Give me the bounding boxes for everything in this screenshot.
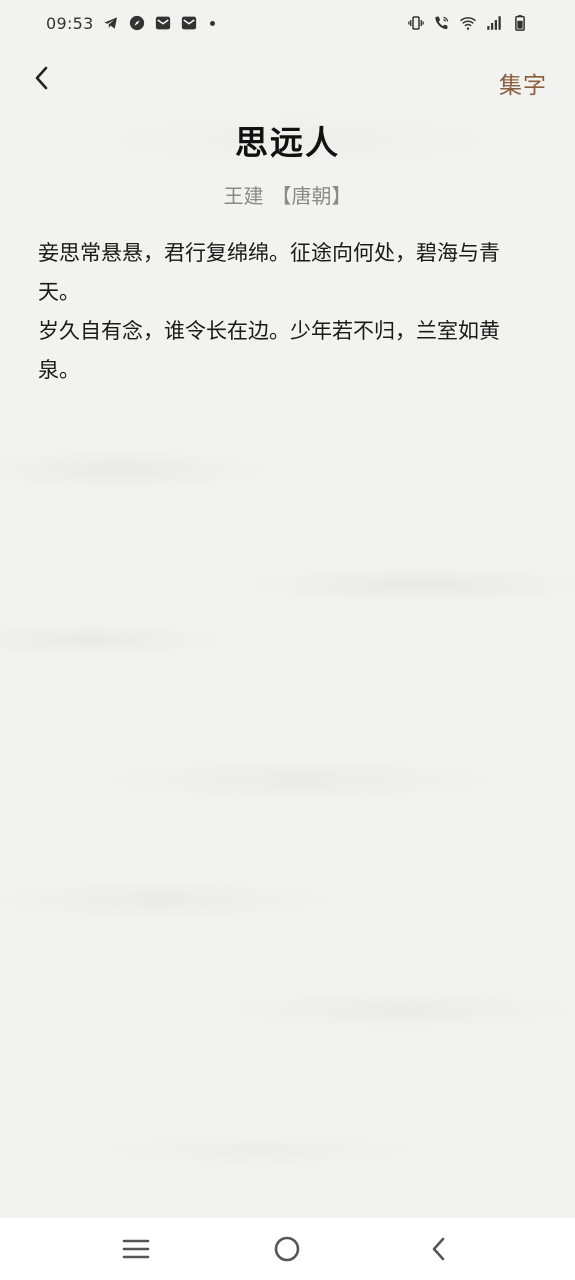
- telegram-icon: [102, 14, 120, 32]
- wifi-call-icon: [433, 14, 451, 32]
- back-button[interactable]: [26, 62, 58, 98]
- back-icon: [427, 1234, 451, 1264]
- collect-characters-button[interactable]: 集字: [499, 66, 547, 100]
- poem-dynasty: 【唐朝】: [271, 184, 352, 208]
- header: 集字: [0, 58, 575, 102]
- signal-icon: [485, 14, 503, 32]
- status-left: 09:53: [46, 14, 215, 33]
- dot-icon: [209, 20, 215, 26]
- poem-body: 妾思常悬悬，君行复绵绵。征途向何处，碧海与青天。 岁久自有念，谁令长在边。少年若…: [38, 234, 538, 390]
- chevron-left-icon: [31, 64, 53, 96]
- status-time: 09:53: [46, 13, 94, 33]
- vibrate-icon: [407, 14, 425, 32]
- mail-icon: [180, 14, 198, 32]
- recent-apps-button[interactable]: [106, 1224, 166, 1274]
- system-nav-bar: [0, 1218, 575, 1280]
- compass-icon: [128, 14, 146, 32]
- status-bar: 09:53: [0, 0, 575, 46]
- system-back-button[interactable]: [409, 1224, 469, 1274]
- mail-icon: [154, 14, 172, 32]
- poem-meta: 王建 【唐朝】: [0, 180, 575, 209]
- menu-icon: [121, 1237, 151, 1261]
- status-right: [407, 14, 529, 32]
- poem-title: 思远人: [235, 123, 340, 162]
- home-icon: [272, 1234, 302, 1264]
- battery-icon: [511, 14, 529, 32]
- poem-line: 岁久自有念，谁令长在边。少年若不归，兰室如黄泉。: [38, 319, 500, 382]
- poem-author: 王建: [223, 184, 264, 208]
- poem-line: 妾思常悬悬，君行复绵绵。征途向何处，碧海与青天。: [38, 241, 500, 304]
- home-button[interactable]: [257, 1224, 317, 1274]
- wifi-icon: [459, 14, 477, 32]
